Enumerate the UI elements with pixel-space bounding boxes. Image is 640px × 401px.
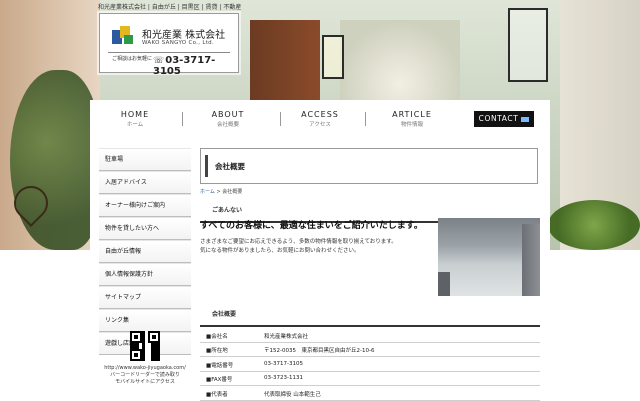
page-title: 会社概要 bbox=[215, 162, 245, 171]
row-key: ■代表者 bbox=[206, 391, 228, 398]
site-logo[interactable]: 和光産業 株式会社 WAKO SANGYO Co., Ltd. ご相談はお気軽に… bbox=[99, 13, 239, 77]
background-leaves bbox=[10, 70, 100, 250]
nav-about[interactable]: ABOUT 会社概要 bbox=[193, 110, 263, 128]
section-company-label: 会社概要 bbox=[212, 311, 237, 318]
nav-contact-label: CONTACT bbox=[478, 114, 519, 123]
table-row: ■FAX番号 03-3723-1131 bbox=[200, 372, 540, 386]
page-title-box: 会社概要 bbox=[200, 148, 538, 184]
intro-text: さまざまなご要望にお応えできるよう、多数の物件情報を取り揃えております。 気にな… bbox=[200, 238, 430, 256]
phone-icon: ☏ bbox=[153, 56, 165, 66]
table-row: ■会社名 和光産業株式会社 bbox=[200, 328, 540, 343]
qr-line2: バーコードリーダーで読み取り bbox=[110, 372, 180, 378]
site-tagline: 和光産業株式会社 | 自由が丘 | 目黒区 | 賃貸 | 不動産 bbox=[98, 4, 242, 11]
section-guidance-label: ごあんない bbox=[212, 207, 243, 214]
sidebar-item-sitemap[interactable]: サイトマップ bbox=[99, 286, 191, 309]
sidebar-item-privacy-policy[interactable]: 個人情報保護方針 bbox=[99, 263, 191, 286]
intro-line-2: 気になる物件がありましたら、お気軽にお問い合わせください。 bbox=[200, 248, 360, 254]
company-info-table: ■会社名 和光産業株式会社 ■所在地 〒152-0035 東京都目黒区自由が丘2… bbox=[200, 328, 540, 401]
nav-contact-button[interactable]: CONTACT bbox=[474, 111, 534, 127]
breadcrumb-current: 会社概要 bbox=[222, 189, 243, 195]
background-arch bbox=[340, 20, 460, 100]
row-key: ■FAX番号 bbox=[206, 377, 233, 383]
qr-line3: モバイルサイトにアクセス bbox=[115, 379, 175, 385]
row-value: 03-3723-1131 bbox=[264, 375, 303, 381]
sidebar-item-jiyugaoka-info[interactable]: 自由が丘情報 bbox=[99, 240, 191, 263]
row-value: 和光産業株式会社 bbox=[264, 333, 309, 340]
background-door bbox=[250, 20, 320, 100]
global-nav: HOME ホーム ABOUT 会社概要 ACCESS アクセス ARTICLE … bbox=[90, 100, 550, 140]
nav-home-sublabel: ホーム bbox=[126, 122, 144, 128]
sidebar-item-move-in-advice[interactable]: 入居アドバイス bbox=[99, 171, 191, 194]
sidebar-item-lease-property[interactable]: 物件を貸したい方へ bbox=[99, 217, 191, 240]
street-lamp-icon bbox=[508, 8, 548, 82]
photo-building-small bbox=[438, 272, 450, 296]
breadcrumb-home-link[interactable]: ホーム bbox=[200, 189, 215, 195]
sidebar-item-parking[interactable]: 駐車場 bbox=[99, 148, 191, 171]
nav-access-sublabel: アクセス bbox=[309, 122, 331, 128]
lantern-icon bbox=[322, 35, 344, 79]
nav-divider bbox=[182, 112, 183, 126]
mobile-qr-block: http://www.wako-jiyugaoka.com/ バーコードリーダー… bbox=[99, 331, 191, 386]
logo-company-name: 和光産業 株式会社 bbox=[142, 30, 226, 41]
nav-home-label: HOME bbox=[120, 110, 150, 119]
nav-article-label: ARTICLE bbox=[392, 110, 432, 119]
qr-caption: http://www.wako-jiyugaoka.com/ バーコードリーダー… bbox=[99, 365, 191, 386]
section-company-heading: 会社概要 bbox=[200, 305, 540, 327]
logo-divider bbox=[108, 52, 230, 53]
nav-home[interactable]: HOME ホーム bbox=[100, 110, 170, 128]
nav-divider bbox=[280, 112, 281, 126]
intro-line-1: さまざまなご要望にお応えできるよう、多数の物件情報を取り揃えております。 bbox=[200, 239, 397, 245]
breadcrumb: ホーム > 会社概要 bbox=[200, 188, 242, 195]
greeting-heading: すべてのお客様に、最適な住まいをご紹介いたします。 bbox=[200, 221, 423, 231]
table-row: ■所在地 〒152-0035 東京都目黒区自由が丘2-10-6 bbox=[200, 343, 540, 357]
table-row: ■電話番号 03-3717-3105 bbox=[200, 357, 540, 372]
logo-company-name-en: WAKO SANGYO Co., Ltd. bbox=[142, 40, 214, 46]
title-accent-bar bbox=[205, 155, 208, 177]
office-photo bbox=[438, 218, 540, 296]
nav-article-sublabel: 物件情報 bbox=[400, 122, 423, 128]
contact-prompt: ご相談はお気軽に bbox=[112, 56, 153, 62]
row-value: 〒152-0035 東京都目黒区自由が丘2-10-6 bbox=[264, 348, 375, 354]
row-value: 代表取締役 山本範生己 bbox=[264, 391, 321, 398]
sidebar-menu: 駐車場 入居アドバイス オーナー様向けご案内 物件を貸したい方へ 自由が丘情報 … bbox=[99, 148, 191, 355]
mail-icon bbox=[521, 116, 530, 122]
logo-mark-icon bbox=[112, 26, 134, 46]
sidebar-item-links[interactable]: リンク集 bbox=[99, 309, 191, 332]
row-value: 03-3717-3105 bbox=[264, 360, 303, 367]
nav-access[interactable]: ACCESS アクセス bbox=[285, 110, 355, 128]
nav-divider bbox=[365, 112, 366, 126]
main-panel: HOME ホーム ABOUT 会社概要 ACCESS アクセス ARTICLE … bbox=[90, 100, 550, 401]
sidebar-item-owner-guide[interactable]: オーナー様向けご案内 bbox=[99, 194, 191, 217]
qr-url[interactable]: http://www.wako-jiyugaoka.com/ bbox=[99, 365, 191, 372]
table-row: ■代表者 代表取締役 山本範生己 bbox=[200, 386, 540, 401]
row-key: ■電話番号 bbox=[206, 362, 234, 369]
row-key: ■会社名 bbox=[206, 333, 228, 340]
nav-access-label: ACCESS bbox=[301, 110, 339, 119]
nav-about-label: ABOUT bbox=[211, 110, 245, 119]
header-phone-number: ☏03-3717-3105 bbox=[153, 55, 238, 77]
breadcrumb-separator: > bbox=[216, 189, 221, 195]
nav-about-sublabel: 会社概要 bbox=[216, 122, 239, 128]
background-bush bbox=[548, 200, 640, 250]
row-key: ■所在地 bbox=[206, 348, 228, 354]
qr-code-icon bbox=[130, 331, 160, 361]
photo-building bbox=[522, 224, 540, 296]
nav-article[interactable]: ARTICLE 物件情報 bbox=[377, 110, 447, 128]
